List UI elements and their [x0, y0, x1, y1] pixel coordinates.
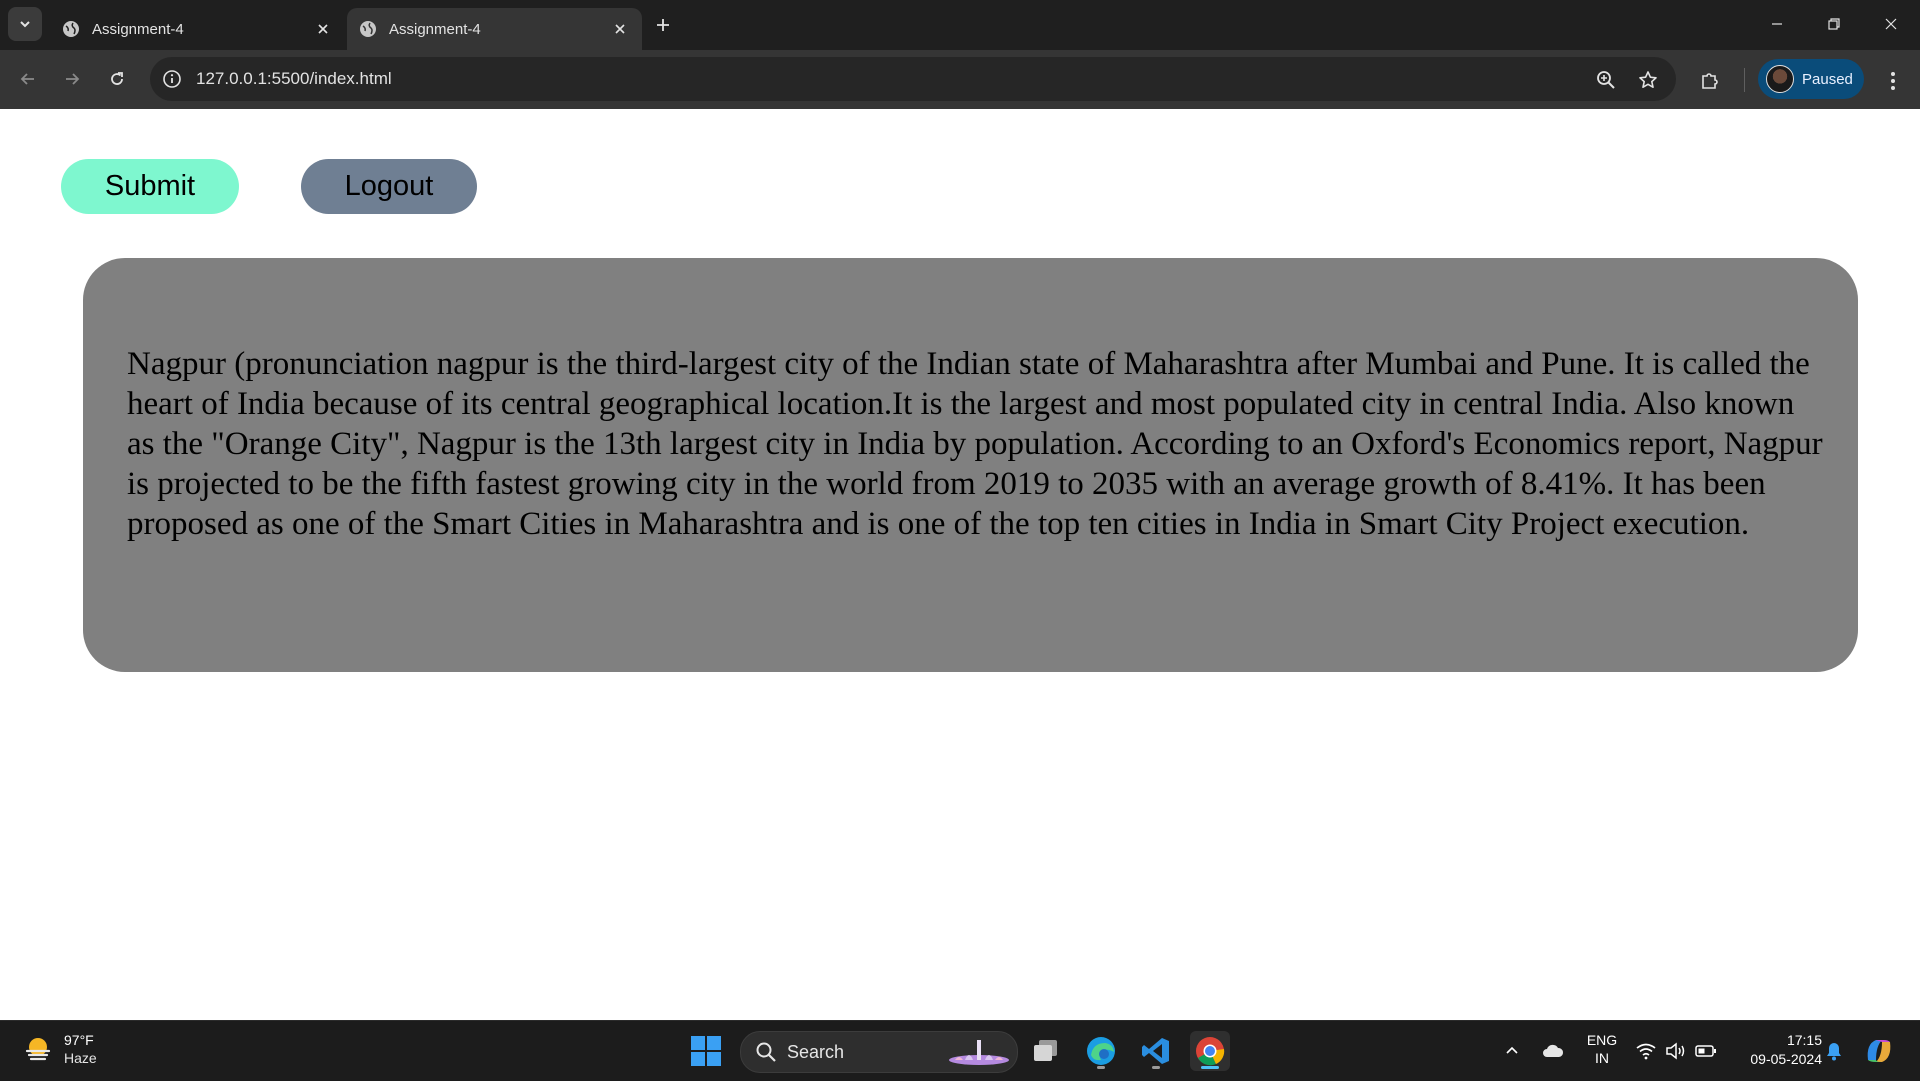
- url-text[interactable]: 127.0.0.1:5500/index.html: [196, 69, 392, 89]
- tab-title: Assignment-4: [92, 20, 184, 38]
- restore-button[interactable]: [1811, 8, 1857, 40]
- weather-widget[interactable]: 97°F Haze: [22, 1031, 97, 1067]
- running-indicator: [1097, 1066, 1105, 1069]
- language-indicator[interactable]: ENG IN: [1582, 1031, 1622, 1067]
- bookmark-star-icon[interactable]: [1636, 68, 1660, 92]
- taskbar-search[interactable]: Search: [740, 1031, 1018, 1073]
- running-indicator: [1152, 1066, 1160, 1069]
- chevron-down-icon: [20, 21, 30, 28]
- search-highlight-art-icon: [949, 1040, 1009, 1065]
- avatar: [1766, 65, 1794, 93]
- search-icon: [756, 1042, 776, 1062]
- task-view-button[interactable]: [1026, 1031, 1066, 1071]
- vscode-app-button[interactable]: [1136, 1031, 1176, 1071]
- back-button[interactable]: [10, 61, 46, 97]
- volume-icon: [1664, 1039, 1688, 1063]
- chrome-app-button[interactable]: [1190, 1031, 1230, 1071]
- quick-settings[interactable]: [1634, 1039, 1718, 1063]
- sun-haze-icon: [25, 1038, 51, 1061]
- browser-menu-button[interactable]: [1880, 68, 1906, 94]
- forward-button[interactable]: [54, 61, 90, 97]
- site-info-icon[interactable]: [160, 67, 184, 91]
- edge-app-button[interactable]: [1081, 1031, 1121, 1071]
- show-hidden-icons-button[interactable]: [1500, 1039, 1524, 1063]
- onedrive-button[interactable]: [1540, 1039, 1566, 1063]
- tab-active[interactable]: Assignment-4: [347, 8, 642, 50]
- wifi-icon: [1634, 1039, 1658, 1063]
- globe-icon: [359, 20, 377, 38]
- plus-icon: [657, 19, 669, 31]
- chrome-icon: [1196, 1037, 1225, 1066]
- reload-icon: [111, 72, 123, 85]
- weather-temp: 97°F: [64, 1032, 94, 1048]
- restore-icon: [1828, 18, 1840, 30]
- content-card: Nagpur (pronunciation nagpur is the thir…: [83, 258, 1858, 672]
- chevron-up-icon: [1506, 1046, 1518, 1054]
- close-icon[interactable]: [608, 17, 632, 41]
- close-icon: [1885, 18, 1897, 30]
- windows-start-icon[interactable]: [690, 1035, 722, 1067]
- search-label: Search: [787, 1042, 845, 1062]
- nagpur-paragraph: Nagpur (pronunciation nagpur is the thir…: [127, 346, 1823, 542]
- clock-time: 17:15: [1786, 1032, 1822, 1048]
- close-window-button[interactable]: [1868, 8, 1914, 40]
- active-indicator: [1201, 1066, 1219, 1069]
- toolbar-divider: [1744, 68, 1745, 92]
- cloud-icon: [1543, 1044, 1564, 1057]
- edge-icon: [1087, 1037, 1115, 1065]
- notification-bell-icon[interactable]: [1822, 1039, 1846, 1063]
- close-icon[interactable]: [311, 17, 335, 41]
- tab-title: Assignment-4: [389, 20, 481, 38]
- new-tab-button[interactable]: [650, 12, 676, 38]
- reload-button[interactable]: [99, 61, 135, 97]
- browser-toolbar: 127.0.0.1:5500/index.html Paused: [0, 50, 1920, 109]
- puzzle-icon: [1702, 73, 1718, 89]
- submit-button[interactable]: Submit: [61, 159, 239, 214]
- extensions-button[interactable]: [1697, 68, 1723, 94]
- tab-inactive[interactable]: Assignment-4: [50, 8, 345, 50]
- address-bar[interactable]: 127.0.0.1:5500/index.html: [150, 57, 1676, 101]
- minimize-icon: [1772, 23, 1782, 25]
- tab-search-button[interactable]: [8, 7, 42, 41]
- page-viewport: Submit Logout Nagpur (pronunciation nagp…: [0, 109, 1920, 1020]
- clock-date: 09-05-2024: [1750, 1051, 1822, 1067]
- profile-button[interactable]: Paused: [1758, 59, 1864, 99]
- arrow-right-icon: [66, 73, 80, 85]
- system-clock[interactable]: 17:15 09-05-2024: [1730, 1031, 1822, 1069]
- taskbar: 97°F Haze Search ENG IN 17:15 09-05-2024: [0, 1020, 1920, 1081]
- region-code: IN: [1595, 1050, 1609, 1066]
- kebab-menu-icon: [1891, 72, 1895, 90]
- language-code: ENG: [1586, 1032, 1618, 1048]
- profile-status: Paused: [1802, 70, 1853, 88]
- globe-icon: [62, 20, 80, 38]
- logout-button[interactable]: Logout: [301, 159, 477, 214]
- zoom-icon[interactable]: [1594, 68, 1618, 92]
- copilot-icon[interactable]: [1862, 1034, 1896, 1068]
- battery-icon: [1694, 1039, 1718, 1063]
- arrow-left-icon: [20, 73, 34, 85]
- weather-condition: Haze: [64, 1050, 97, 1066]
- tab-strip: Assignment-4 Assignment-4: [0, 0, 1920, 50]
- task-view-icon: [1034, 1040, 1057, 1061]
- minimize-button[interactable]: [1754, 8, 1800, 40]
- vscode-icon: [1142, 1038, 1169, 1064]
